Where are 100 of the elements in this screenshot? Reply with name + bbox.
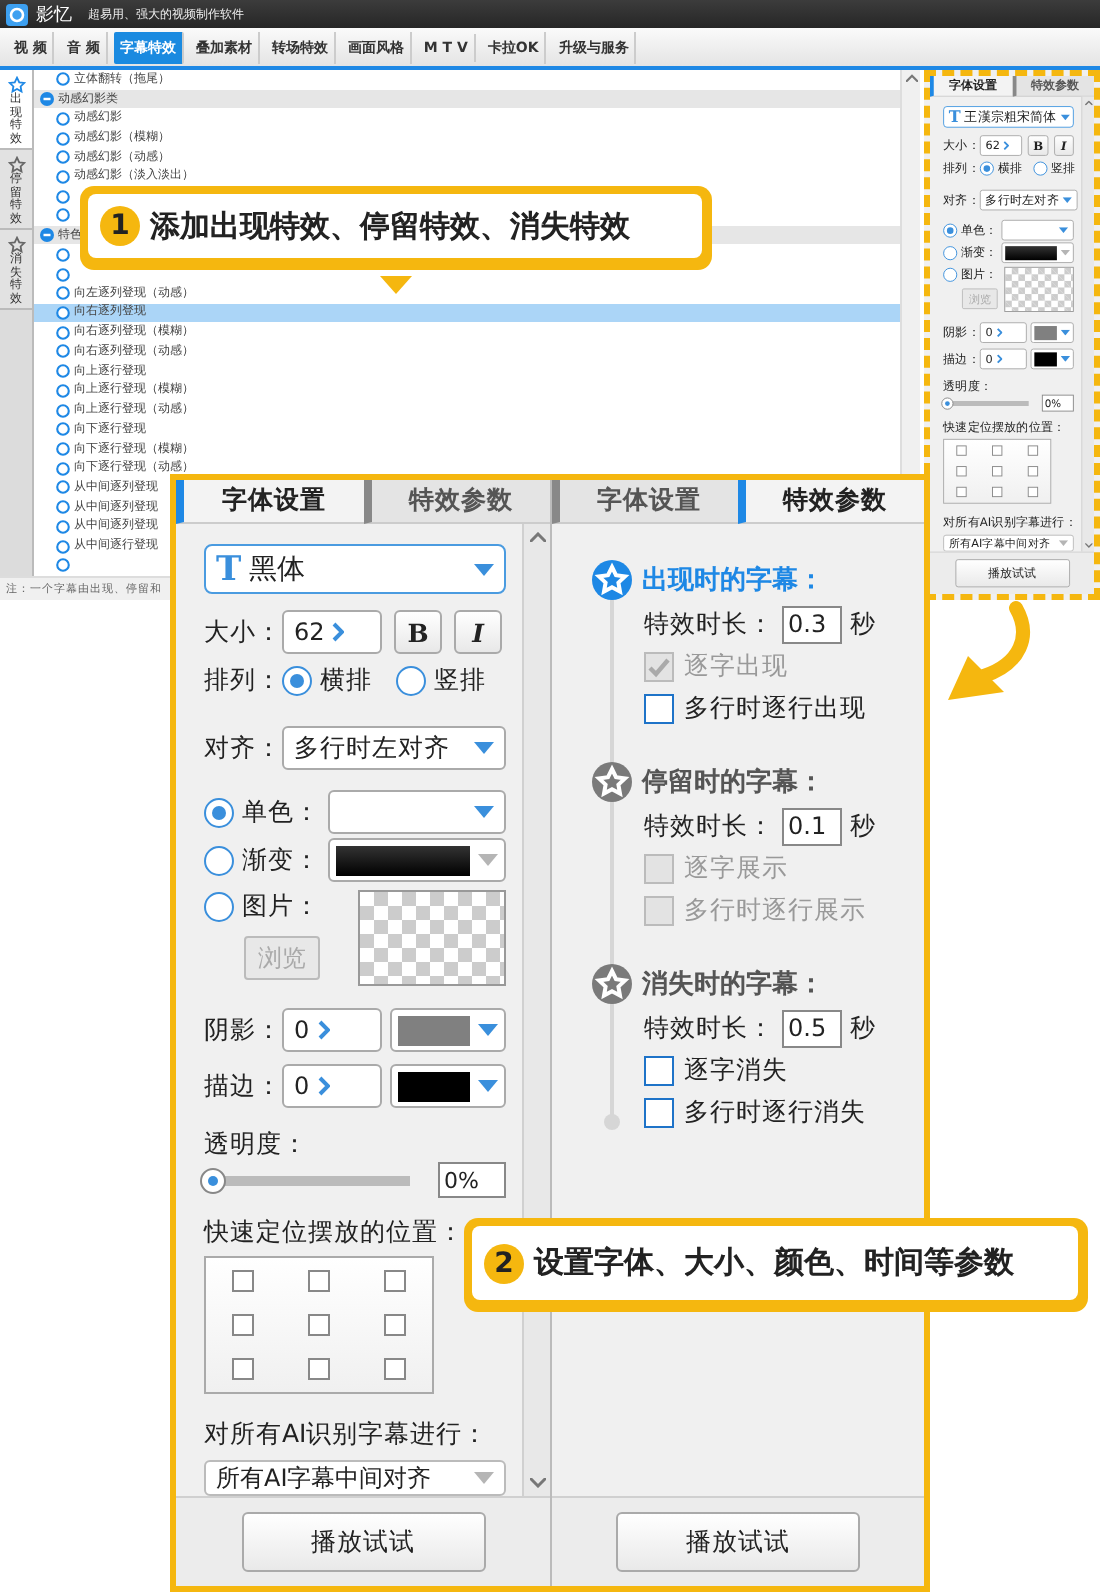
checkbox[interactable] bbox=[307, 1313, 330, 1336]
radio-icon[interactable] bbox=[56, 558, 70, 573]
radio-icon[interactable] bbox=[56, 325, 70, 340]
checkbox[interactable] bbox=[232, 1358, 255, 1381]
radio-icon[interactable] bbox=[56, 519, 70, 534]
radio-button[interactable] bbox=[1033, 161, 1048, 176]
radio-icon[interactable] bbox=[56, 364, 70, 379]
color-dropdown[interactable] bbox=[390, 1008, 506, 1052]
radio-icon[interactable] bbox=[56, 111, 70, 126]
checkbox-option[interactable]: 多行时逐行出现 bbox=[644, 688, 924, 730]
radio-button[interactable] bbox=[943, 267, 958, 282]
slider-thumb[interactable] bbox=[941, 397, 954, 410]
radio-icon[interactable] bbox=[56, 500, 70, 515]
chevron-icon bbox=[317, 1076, 330, 1096]
font-dropdown[interactable]: T 黑体 bbox=[204, 544, 506, 594]
option-label[interactable]: 渐变： bbox=[242, 843, 320, 877]
radio-icon[interactable] bbox=[56, 344, 70, 359]
gradient-dropdown[interactable] bbox=[1001, 242, 1074, 264]
collapse-icon[interactable] bbox=[40, 92, 54, 107]
tab[interactable]: 特效参数 bbox=[738, 480, 924, 524]
checkbox-option[interactable]: 逐字消失 bbox=[644, 1050, 924, 1092]
checkbox[interactable] bbox=[992, 487, 1003, 498]
radio-icon[interactable] bbox=[56, 247, 70, 262]
slider-thumb[interactable] bbox=[200, 1167, 226, 1193]
checkbox[interactable] bbox=[307, 1358, 330, 1381]
radio-icon[interactable] bbox=[56, 480, 70, 495]
checkbox[interactable] bbox=[232, 1269, 255, 1292]
radio-icon[interactable] bbox=[56, 169, 70, 184]
checkbox[interactable] bbox=[956, 445, 967, 456]
radio-button[interactable] bbox=[943, 245, 958, 260]
radio-button[interactable] bbox=[979, 161, 994, 176]
italic-button[interactable]: I bbox=[454, 610, 502, 654]
checkbox-option[interactable]: 多行时逐行消失 bbox=[644, 1092, 924, 1134]
color-dropdown[interactable] bbox=[1030, 322, 1074, 343]
checkbox[interactable] bbox=[1027, 466, 1038, 477]
color-dropdown[interactable] bbox=[390, 1064, 506, 1108]
radio-button[interactable] bbox=[282, 665, 312, 695]
option-label[interactable]: 图片： bbox=[242, 890, 320, 924]
duration-field[interactable]: 0.3 bbox=[782, 605, 842, 643]
duration-field[interactable]: 0.5 bbox=[782, 1009, 842, 1047]
radio-icon[interactable] bbox=[56, 286, 70, 301]
gradient-dropdown[interactable] bbox=[328, 838, 506, 882]
duration-field[interactable]: 0.1 bbox=[782, 807, 842, 845]
tab[interactable]: 特效参数 bbox=[363, 480, 550, 524]
checkbox[interactable] bbox=[383, 1358, 406, 1381]
radio-button[interactable] bbox=[204, 797, 234, 827]
tab[interactable]: 字体设置 bbox=[552, 480, 738, 524]
radio-icon[interactable] bbox=[56, 208, 70, 223]
radio-icon[interactable] bbox=[56, 403, 70, 418]
radio-icon[interactable] bbox=[56, 189, 70, 204]
scrollbar[interactable] bbox=[1081, 96, 1094, 552]
checkbox[interactable] bbox=[232, 1313, 255, 1336]
checkbox[interactable] bbox=[307, 1269, 330, 1292]
checkbox[interactable] bbox=[992, 466, 1003, 477]
play-button[interactable]: 播放试试 bbox=[241, 1512, 485, 1572]
checkbox[interactable] bbox=[956, 466, 967, 477]
tab[interactable]: 字体设置 bbox=[176, 480, 363, 524]
radio-icon[interactable] bbox=[56, 383, 70, 398]
radio-button[interactable] bbox=[943, 223, 958, 238]
color-dropdown[interactable] bbox=[1030, 348, 1074, 370]
field-label: 阴影： bbox=[204, 1013, 282, 1047]
section-title: 停留时的字幕： bbox=[642, 765, 824, 800]
checkbox[interactable] bbox=[1027, 487, 1038, 498]
radio-button[interactable] bbox=[396, 665, 426, 695]
caret-icon bbox=[1062, 197, 1072, 203]
radio-icon[interactable] bbox=[56, 72, 70, 87]
option-label[interactable]: 竖排 bbox=[434, 663, 486, 697]
radio-icon[interactable] bbox=[56, 422, 70, 437]
option-label[interactable]: 横排 bbox=[320, 663, 372, 697]
color-dropdown[interactable] bbox=[328, 790, 506, 834]
check-circle-icon[interactable] bbox=[56, 305, 70, 320]
opacity-field[interactable]: 0% bbox=[438, 1162, 506, 1198]
play-button[interactable]: 播放试试 bbox=[616, 1512, 860, 1572]
collapse-icon[interactable] bbox=[40, 228, 54, 243]
field-label: 特效时长： bbox=[644, 607, 774, 641]
radio-icon[interactable] bbox=[56, 442, 70, 457]
ai-dropdown[interactable]: 所有AI字幕中间对齐 bbox=[204, 1460, 506, 1496]
radio-icon[interactable] bbox=[56, 267, 70, 282]
radio-icon[interactable] bbox=[56, 461, 70, 476]
radio-icon[interactable] bbox=[56, 131, 70, 146]
radio-icon[interactable] bbox=[56, 150, 70, 165]
unit-label: 秒 bbox=[850, 607, 876, 641]
checkbox[interactable] bbox=[383, 1269, 406, 1292]
color-dropdown[interactable] bbox=[1001, 219, 1074, 241]
checkbox[interactable] bbox=[383, 1313, 406, 1336]
bold-button[interactable]: B bbox=[394, 610, 442, 654]
radio-button[interactable] bbox=[204, 845, 234, 875]
number-field[interactable]: 0 bbox=[282, 1064, 382, 1108]
align-dropdown[interactable]: 多行时左对齐 bbox=[282, 726, 506, 770]
number-field[interactable]: 0 bbox=[282, 1008, 382, 1052]
option-label[interactable]: 单色： bbox=[242, 795, 320, 829]
radio-button[interactable] bbox=[204, 892, 234, 922]
caret-icon bbox=[478, 1080, 498, 1092]
radio-icon[interactable] bbox=[56, 539, 70, 554]
step-number: 2 bbox=[484, 1243, 524, 1283]
callout-text: 添加出现特效、停留特效、消失特效 bbox=[150, 207, 630, 245]
checkbox[interactable] bbox=[1027, 445, 1038, 456]
checkbox[interactable] bbox=[956, 487, 967, 498]
size-field[interactable]: 62 bbox=[282, 610, 382, 654]
checkbox[interactable] bbox=[992, 445, 1003, 456]
